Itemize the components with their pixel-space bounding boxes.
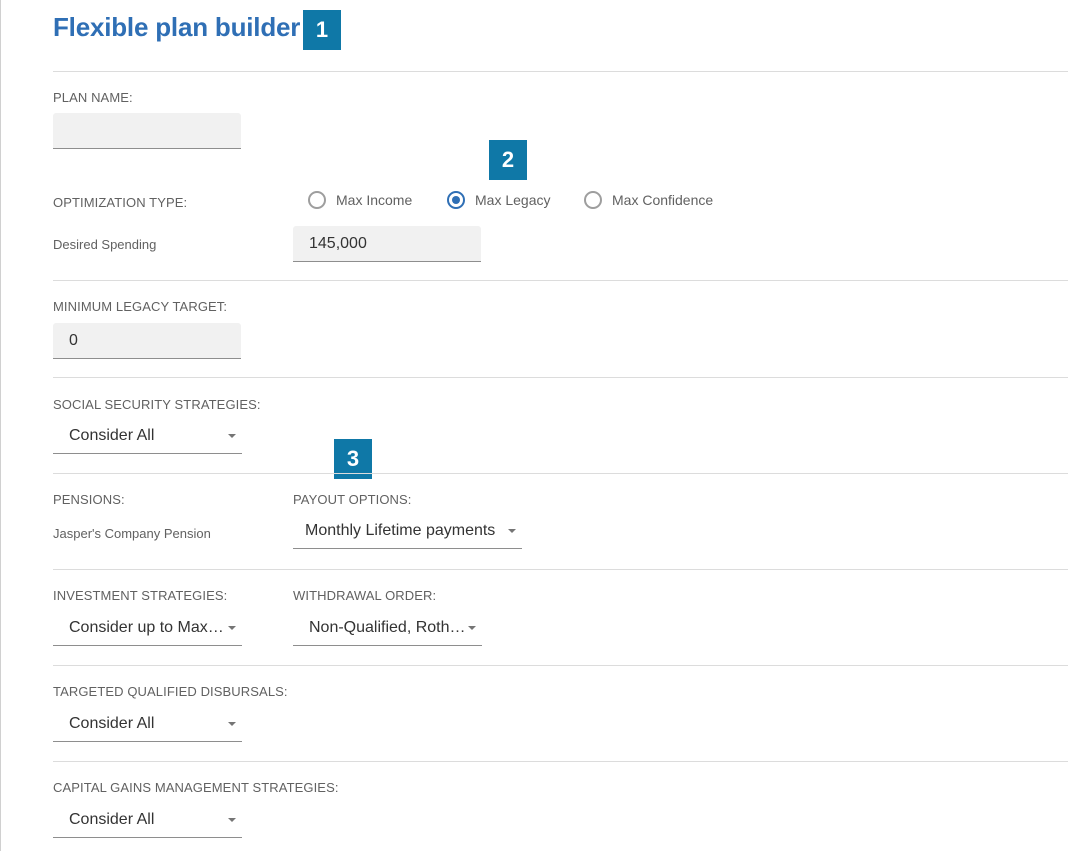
radio-unchecked-icon (308, 191, 326, 209)
pension-name: Jasper's Company Pension (53, 526, 211, 541)
plan-name-label: PLAN NAME: (53, 90, 133, 105)
select-value: Consider All (69, 715, 155, 732)
dropdown-caret-icon (228, 626, 236, 630)
minimum-legacy-input[interactable] (53, 323, 241, 359)
radio-label: Max Confidence (612, 192, 714, 208)
investment-strategies-select[interactable]: Consider up to Max ... (53, 610, 242, 646)
capital-gains-select[interactable]: Consider All (53, 802, 242, 838)
select-value: Non-Qualified, Roth, ... (309, 619, 467, 636)
radio-label: Max Income (336, 192, 413, 208)
step-badge-2: 2 (489, 140, 527, 180)
dropdown-caret-icon (508, 529, 516, 533)
dropdown-caret-icon (228, 722, 236, 726)
capital-gains-label: CAPITAL GAINS MANAGEMENT STRATEGIES: (53, 780, 339, 795)
pensions-label: PENSIONS: (53, 492, 125, 507)
divider (53, 569, 1068, 570)
select-value: Monthly Lifetime payments (305, 522, 496, 539)
select-value: Consider All (69, 427, 155, 444)
minimum-legacy-label: MINIMUM LEGACY TARGET: (53, 299, 228, 314)
desired-spending-label: Desired Spending (53, 237, 157, 252)
divider (53, 761, 1068, 762)
divider (53, 280, 1068, 281)
radio-max-legacy[interactable]: Max Legacy (447, 191, 550, 209)
qualified-disbursals-select[interactable]: Consider All (53, 706, 242, 742)
radio-unchecked-icon (584, 191, 602, 209)
desired-spending-input[interactable] (293, 226, 481, 262)
withdrawal-order-select[interactable]: Non-Qualified, Roth, ... (293, 610, 482, 646)
social-security-label: SOCIAL SECURITY STRATEGIES: (53, 397, 261, 412)
payout-options-select[interactable]: Monthly Lifetime payments (293, 513, 522, 549)
withdrawal-order-label: WITHDRAWAL ORDER: (293, 588, 437, 603)
social-security-select[interactable]: Consider All (53, 418, 242, 454)
qualified-disbursals-label: TARGETED QUALIFIED DISBURSALS: (53, 684, 288, 699)
dropdown-caret-icon (228, 434, 236, 438)
step-badge-1: 1 (303, 10, 341, 50)
investment-strategies-label: INVESTMENT STRATEGIES: (53, 588, 228, 603)
radio-max-confidence[interactable]: Max Confidence (584, 191, 713, 209)
select-value: Consider up to Max ... (69, 619, 224, 636)
page-title: Flexible plan builder (53, 12, 301, 42)
dropdown-caret-icon (468, 626, 476, 630)
radio-max-income[interactable]: Max Income (308, 191, 412, 209)
payout-options-label: PAYOUT OPTIONS: (293, 492, 412, 507)
left-border (0, 0, 1, 851)
dropdown-caret-icon (228, 818, 236, 822)
divider (53, 71, 1068, 72)
divider (53, 377, 1068, 378)
divider (53, 473, 1068, 474)
divider (53, 665, 1068, 666)
optimization-type-label: OPTIMIZATION TYPE: (53, 195, 188, 210)
select-value: Consider All (69, 811, 155, 828)
plan-name-input[interactable] (53, 113, 241, 149)
radio-checked-icon (447, 191, 465, 209)
radio-label: Max Legacy (475, 192, 551, 208)
